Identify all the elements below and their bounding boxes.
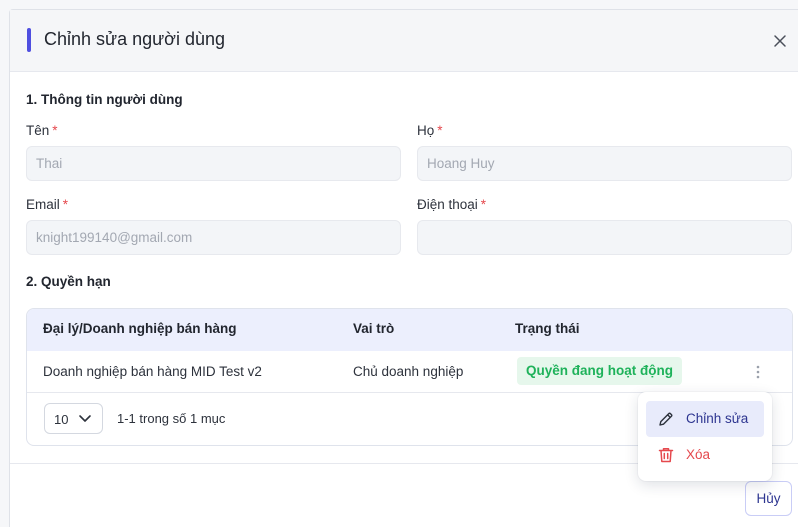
first-name-label: Tên * <box>26 123 58 138</box>
table-header: Đại lý/Doanh nghiệp bán hàng Vai trò Trạ… <box>27 309 792 351</box>
cancel-button[interactable]: Hủy <box>745 481 792 516</box>
column-header-business: Đại lý/Doanh nghiệp bán hàng <box>43 321 237 336</box>
chevron-down-icon <box>79 415 91 422</box>
close-button[interactable] <box>770 31 790 51</box>
phone-field[interactable] <box>417 220 792 255</box>
page-size-select[interactable]: 10 <box>44 403 103 434</box>
status-badge: Quyền đang hoạt động <box>517 357 682 385</box>
menu-item-delete[interactable]: Xóa <box>646 437 764 473</box>
menu-item-label: Chỉnh sửa <box>686 411 749 426</box>
menu-item-edit[interactable]: Chỉnh sửa <box>646 401 764 437</box>
phone-label: Điện thoại * <box>417 197 487 212</box>
column-header-status: Trạng thái <box>515 321 580 336</box>
pencil-icon <box>659 412 673 426</box>
email-label: Email * <box>26 197 69 212</box>
modal-header: Chỉnh sửa người dùng <box>10 10 798 72</box>
first-name-field[interactable] <box>26 146 401 181</box>
trash-icon <box>658 448 674 463</box>
menu-item-label: Xóa <box>686 447 711 462</box>
column-header-role: Vai trò <box>353 321 395 336</box>
pagination-info: 1-1 trong số 1 mục <box>117 411 226 426</box>
cell-business: Doanh nghiệp bán hàng MID Test v2 <box>43 364 262 379</box>
section-permissions-title: 2. Quyền hạn <box>26 274 111 289</box>
last-name-label: Họ * <box>417 123 443 138</box>
close-icon <box>774 35 786 47</box>
modal-title: Chỉnh sửa người dùng <box>44 29 226 49</box>
section-user-info-title: 1. Thông tin người dùng <box>26 92 183 107</box>
row-actions-menu: Chỉnh sửa Xóa <box>638 392 772 481</box>
email-field[interactable] <box>26 220 401 255</box>
title-accent-bar <box>27 28 31 52</box>
row-actions-button[interactable] <box>753 360 763 384</box>
more-vertical-icon <box>756 365 760 379</box>
cell-role: Chủ doanh nghiệp <box>353 364 464 379</box>
last-name-field[interactable] <box>417 146 792 181</box>
page-size-value: 10 <box>54 412 69 427</box>
table-row: Doanh nghiệp bán hàng MID Test v2 Chủ do… <box>27 351 792 393</box>
